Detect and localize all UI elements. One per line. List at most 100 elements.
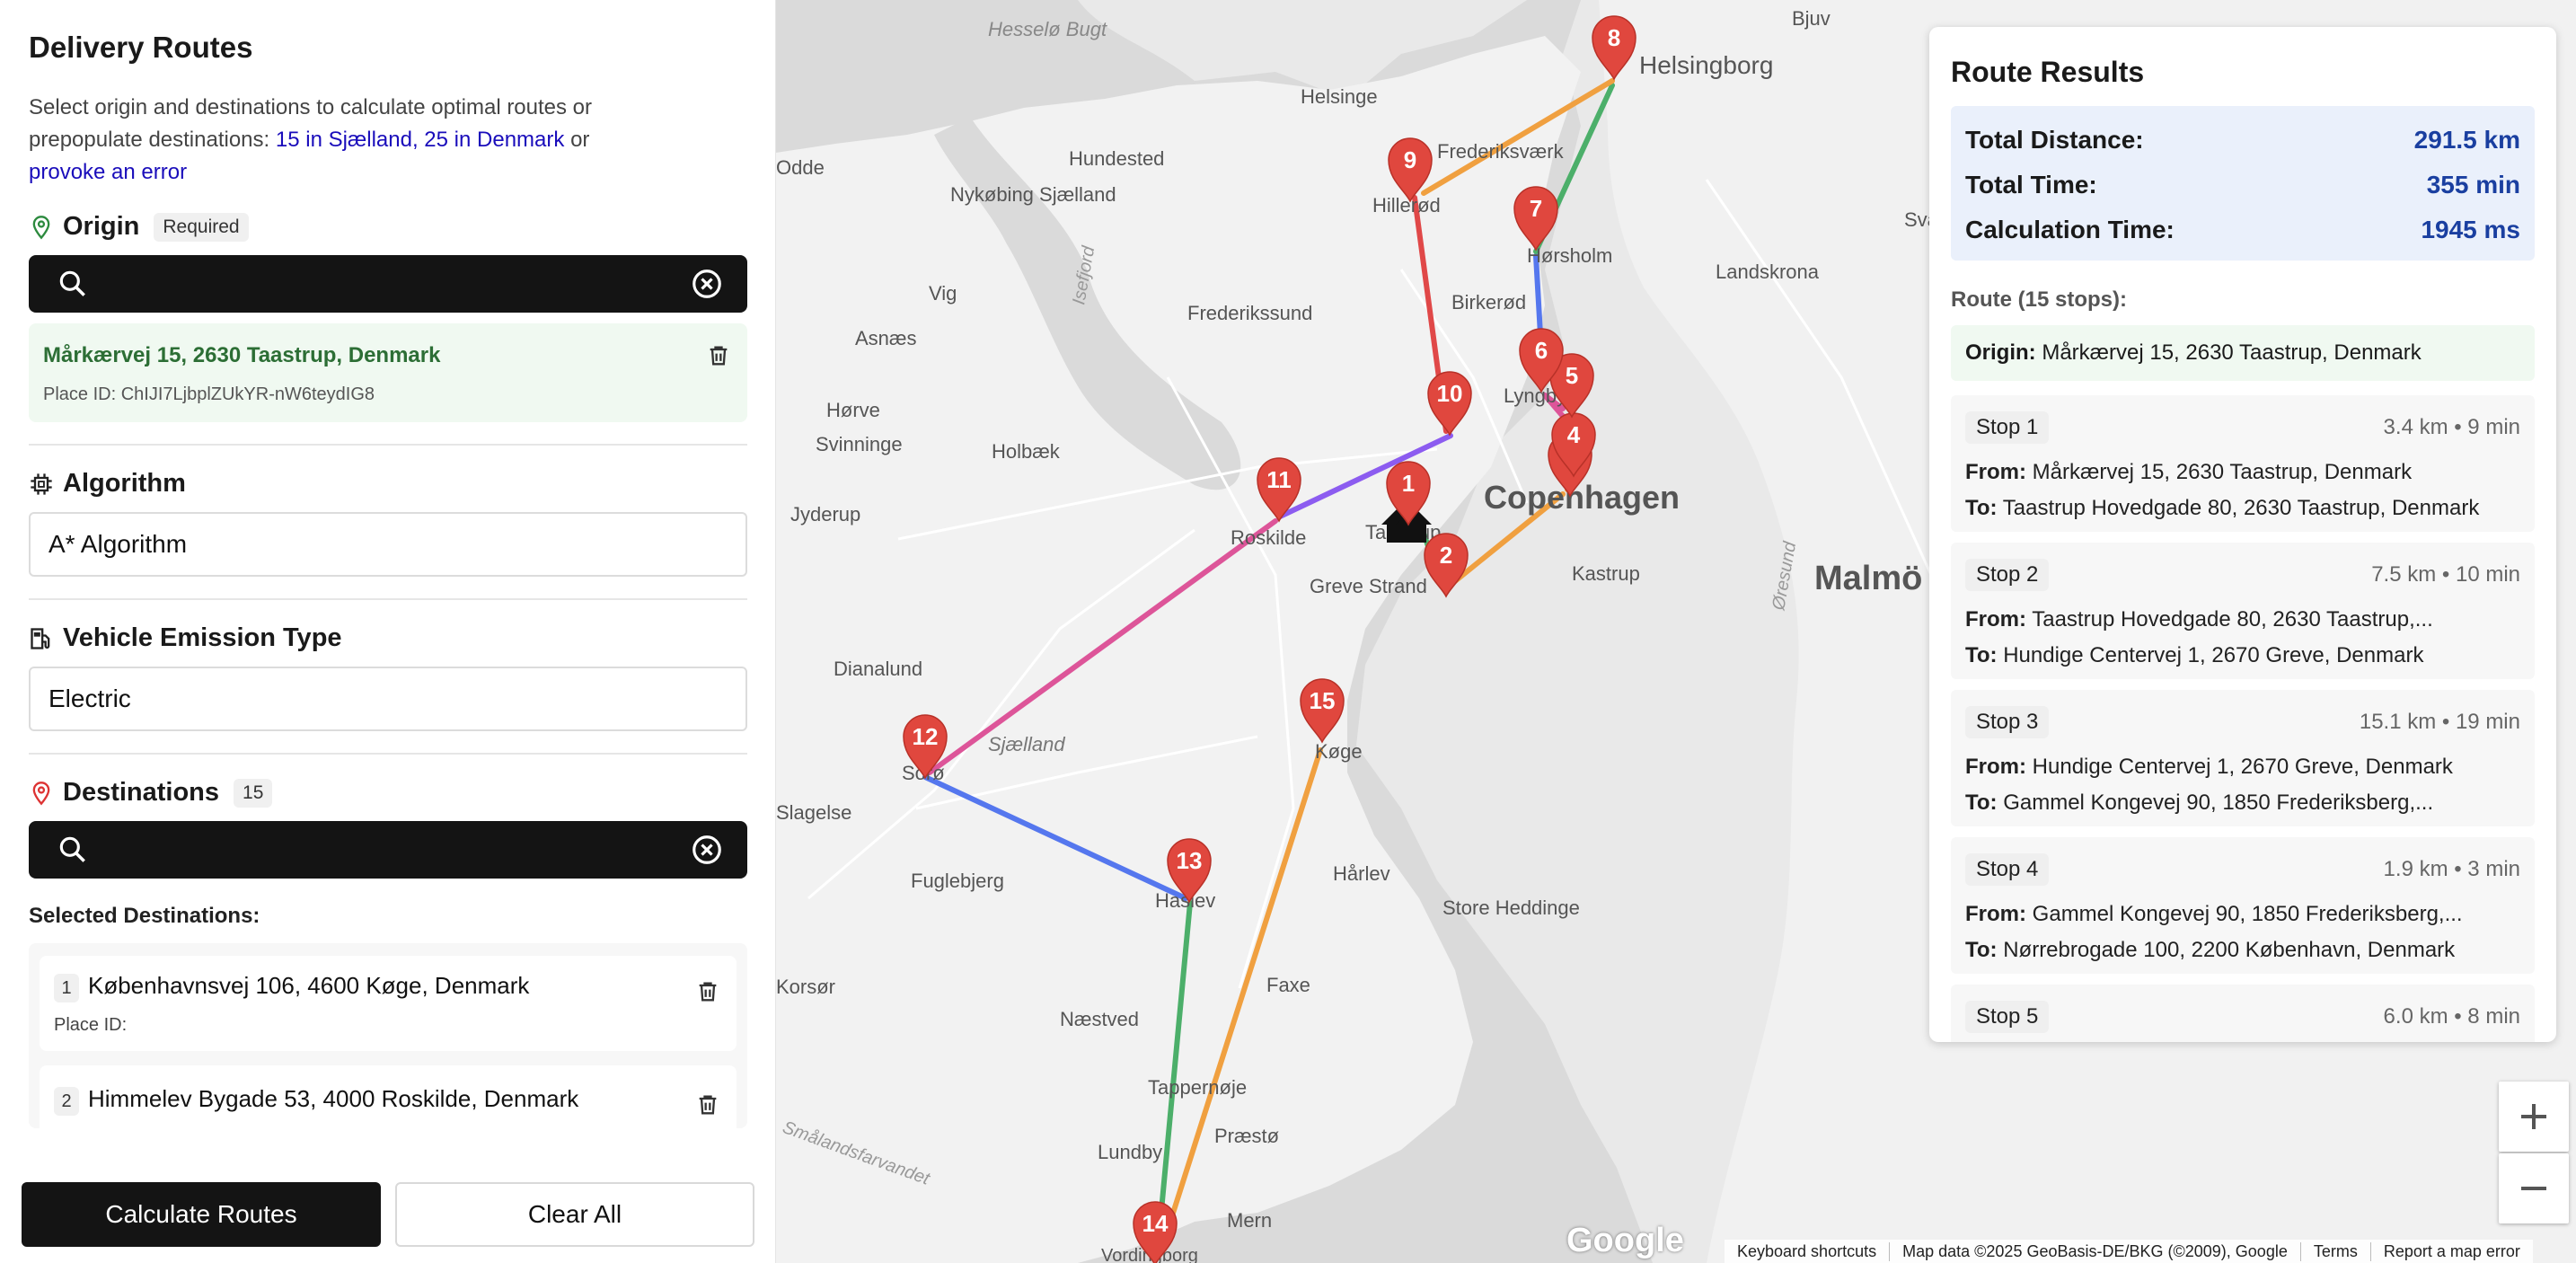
marker-number: 1	[1402, 470, 1415, 497]
destination-number: 2	[54, 1087, 79, 1116]
from-label: From:	[1965, 902, 2026, 926]
prepopulate-link[interactable]: 15 in Sjælland, 25 in Denmark	[276, 128, 565, 152]
place-label: Hårlev	[1333, 862, 1390, 885]
algorithm-select[interactable]: A* Algorithm	[29, 512, 747, 577]
to-label: To:	[1965, 643, 1998, 667]
stop-card: Stop 2 7.5 km • 10 min From: Taastrup Hov…	[1951, 543, 2535, 679]
place-label: Hesselø Bugt	[988, 18, 1107, 40]
selected-destinations-label: Selected Destinations:	[29, 904, 260, 928]
destinations-label: Destinations	[63, 778, 220, 807]
zoom-out-button[interactable]	[2499, 1153, 2569, 1223]
place-label: Greve Strand	[1310, 575, 1427, 597]
place-label: Store Heddinge	[1442, 896, 1580, 919]
stop-to: To: Hundige Centervej 1, 2670 Greve, Den…	[1965, 643, 2520, 668]
place-label: Jyderup	[790, 503, 860, 526]
place-label: Asnæs	[855, 327, 916, 349]
summary-value: 1945 ms	[2421, 216, 2520, 243]
place-label: Helsinge	[1301, 85, 1378, 108]
search-icon	[59, 836, 85, 862]
place-label: Helsingborg	[1639, 51, 1773, 79]
trash-icon[interactable]	[695, 979, 720, 1004]
stop-to: To: Gammel Kongevej 90, 1850 Frederiksbe…	[1965, 790, 2520, 816]
route-marker[interactable]: 2	[1424, 533, 1469, 598]
destination-item: 2 Himmelev Bygade 53, 4000 Roskilde, Denm…	[40, 1065, 737, 1128]
clear-icon[interactable]	[690, 833, 724, 867]
origin-row-value: Mårkærvej 15, 2630 Taastrup, Denmark	[2042, 340, 2422, 365]
clear-icon[interactable]	[690, 267, 724, 301]
selected-origin-card: Mårkærvej 15, 2630 Taastrup, Denmark Pla…	[29, 323, 747, 422]
stop-name: Stop 1	[1965, 411, 2050, 444]
zoom-in-button[interactable]	[2499, 1082, 2569, 1152]
report-error-link[interactable]: Report a map error	[2369, 1241, 2533, 1261]
sidebar-title: Delivery Routes	[29, 31, 253, 64]
place-label: Odde	[776, 156, 825, 179]
to-label: To:	[1965, 496, 1998, 520]
route-summary: Total Distance: 291.5 km Total Time: 355 m…	[1951, 106, 2535, 261]
place-label: Lundby	[1098, 1141, 1162, 1163]
clear-all-button[interactable]: Clear All	[395, 1182, 754, 1247]
origin-search-input[interactable]	[106, 271, 674, 296]
place-label: Vig	[929, 282, 957, 305]
location-pin-icon	[32, 781, 50, 805]
required-badge: Required	[154, 212, 249, 242]
trash-icon[interactable]	[706, 343, 731, 368]
route-results-panel: Route Results Total Distance: 291.5 km To…	[1929, 27, 2556, 1042]
from-value: Hundige Centervej 1, 2670 Greve, Denmark	[2032, 755, 2453, 779]
place-label: Hørve	[826, 399, 880, 421]
keyboard-shortcuts-link[interactable]: Keyboard shortcuts	[1725, 1242, 1889, 1261]
stop-card: Stop 4 1.9 km • 3 min From: Gammel Kongev…	[1951, 837, 2535, 974]
stop-card: Stop 5 6.0 km • 8 min	[1951, 985, 2535, 1042]
map-footer: Keyboard shortcuts Map data ©2025 GeoBas…	[1725, 1240, 2533, 1263]
origin-label: Origin	[63, 212, 140, 241]
stop-meta: 3.4 km • 9 min	[2383, 415, 2520, 439]
total-time-row: Total Time: 355 min	[1965, 171, 2520, 199]
marker-number: 14	[1142, 1210, 1169, 1237]
stop-meta: 7.5 km • 10 min	[2371, 562, 2520, 587]
place-label: Tappernøje	[1148, 1076, 1247, 1099]
marker-number: 2	[1440, 542, 1452, 569]
calculate-routes-button[interactable]: Calculate Routes	[22, 1182, 381, 1247]
destination-number: 1	[54, 974, 79, 1002]
origin-row-label: Origin:	[1965, 340, 2036, 365]
place-label: Bjuv	[1792, 7, 1831, 30]
provoke-error-link[interactable]: provoke an error	[29, 160, 187, 184]
route-results-title: Route Results	[1951, 56, 2145, 88]
place-label: Hillerød	[1372, 194, 1441, 216]
sidebar-intro: Select origin and destinations to calcul…	[29, 92, 693, 189]
marker-number: 15	[1310, 687, 1336, 714]
stop-from: From: Mårkærvej 15, 2630 Taastrup, Denma…	[1965, 460, 2520, 485]
vehicle-select[interactable]: Electric	[29, 667, 747, 731]
place-label: Roskilde	[1231, 526, 1306, 549]
destination-address: Himmelev Bygade 53, 4000 Roskilde, Denma…	[88, 1085, 579, 1112]
stop-meta: 1.9 km • 3 min	[2383, 857, 2520, 881]
place-label: Frederiksværk	[1437, 140, 1565, 163]
stop-name: Stop 2	[1965, 559, 2050, 591]
summary-label: Calculation Time:	[1965, 216, 2175, 243]
intro-or: or	[570, 128, 590, 152]
route-origin-row: Origin: Mårkærvej 15, 2630 Taastrup, Den…	[1951, 325, 2535, 381]
from-label: From:	[1965, 607, 2026, 632]
place-label: Svinninge	[816, 433, 903, 455]
destinations-section-label: Destinations 15	[29, 778, 273, 808]
vehicle-section-label: Vehicle Emission Type	[29, 623, 342, 653]
sidebar: Delivery Routes Select origin and destin…	[0, 0, 776, 1263]
marker-number: 12	[913, 723, 939, 750]
place-label: Copenhagen	[1484, 479, 1680, 516]
trash-icon[interactable]	[695, 1092, 720, 1117]
marker-number: 5	[1566, 362, 1578, 389]
stop-card: Stop 3 15.1 km • 19 min From: Hundige Cen…	[1951, 690, 2535, 826]
to-label: To:	[1965, 938, 1998, 962]
to-value: Hundige Centervej 1, 2670 Greve, Denmark	[2003, 643, 2424, 667]
place-label: Holbæk	[992, 440, 1061, 463]
divider	[29, 444, 747, 446]
place-label: Dianalund	[834, 658, 922, 680]
location-pin-icon	[32, 215, 50, 239]
place-label: Køge	[1315, 740, 1363, 763]
place-label: Præstø	[1214, 1125, 1279, 1147]
terms-link[interactable]: Terms	[2299, 1241, 2370, 1261]
origin-address: Mårkærvej 15, 2630 Taastrup, Denmark	[43, 343, 441, 367]
marker-number: 8	[1608, 24, 1620, 51]
destinations-search-input[interactable]	[106, 837, 674, 862]
fuel-pump-icon	[31, 627, 50, 649]
plus-icon	[2521, 1104, 2546, 1129]
